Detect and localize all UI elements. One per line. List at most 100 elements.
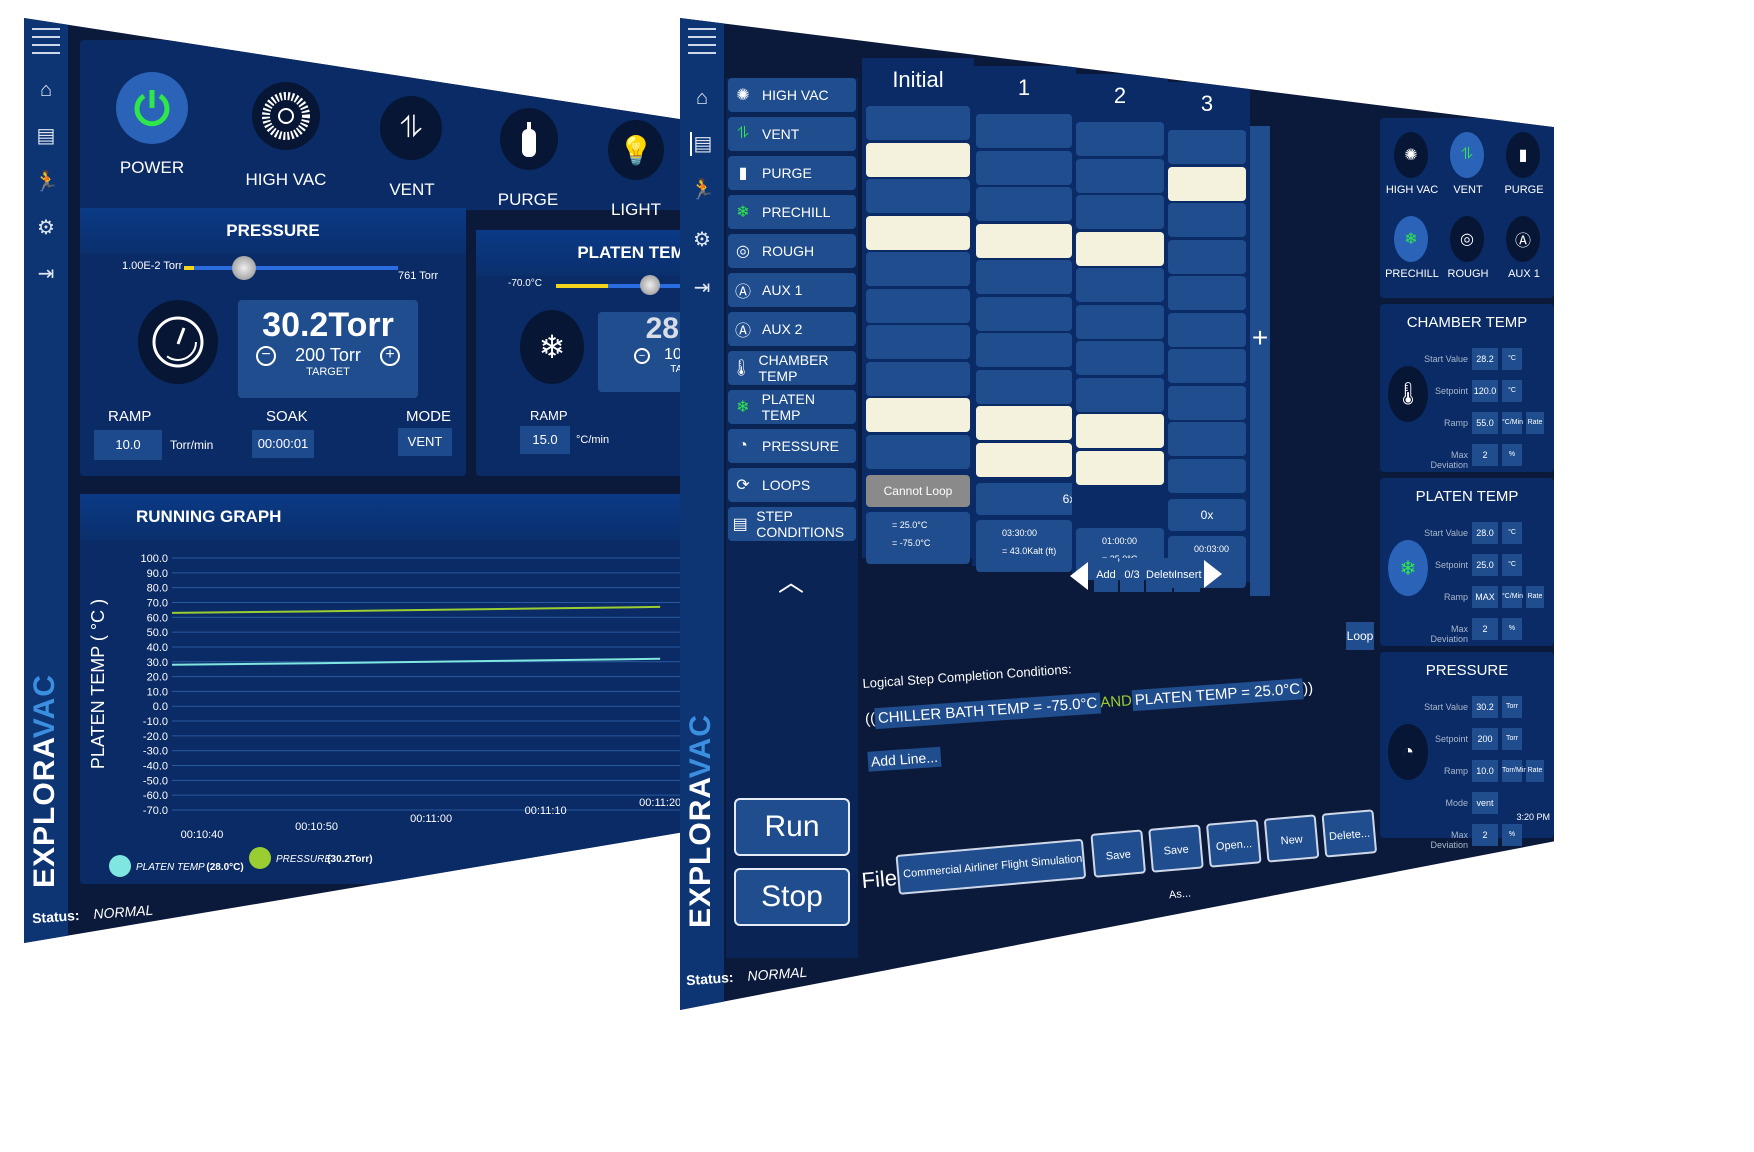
step-cell[interactable] — [866, 252, 970, 286]
step-cell[interactable] — [1076, 195, 1164, 229]
param-value[interactable]: 30.2 — [1472, 696, 1498, 718]
param-value[interactable]: 10.0 — [1472, 760, 1498, 782]
exit-door-icon[interactable]: ⇥ — [34, 262, 58, 286]
param-rate[interactable]: Rate — [1526, 586, 1544, 608]
platen-decrease-button[interactable]: − — [633, 348, 650, 364]
step-cell[interactable] — [1168, 166, 1246, 201]
scroll-up-chevron-icon[interactable]: ︿ — [778, 562, 804, 599]
step-cell[interactable] — [1076, 414, 1164, 448]
param-value[interactable]: 2 — [1472, 444, 1498, 466]
mini-toggle-vent[interactable]: ⥮ — [1450, 132, 1484, 178]
step-header[interactable]: 1 — [972, 66, 1076, 106]
purge-button[interactable] — [500, 108, 558, 170]
step-cell[interactable] — [1168, 349, 1246, 383]
ramp-input[interactable]: 10.0 — [94, 430, 162, 460]
condition-a[interactable]: CHILLER BATH TEMP = -75.0°C — [874, 692, 1102, 730]
step-header[interactable]: 2 — [1072, 74, 1168, 114]
row-aux-1[interactable]: Ⓐ AUX 1 — [728, 273, 856, 307]
step-condition-summary[interactable]: 03:30:00 = 43.0Kalt (ft) — [976, 519, 1072, 572]
step-cell[interactable] — [976, 187, 1072, 221]
param-value[interactable]: MAX — [1472, 586, 1498, 608]
step-cell[interactable] — [866, 179, 970, 213]
step-cell[interactable] — [1076, 304, 1164, 339]
exit-door-icon[interactable]: ⇥ — [690, 276, 714, 300]
step-cell[interactable] — [866, 361, 970, 396]
param-value[interactable]: 120.0 — [1472, 380, 1498, 402]
param-value[interactable]: vent — [1472, 792, 1498, 814]
insert-step-button[interactable]: Insert — [1174, 558, 1202, 592]
file-save-as-button[interactable]: Save As... — [1148, 824, 1204, 901]
file-new-button[interactable]: New — [1263, 814, 1320, 863]
row-rough[interactable]: ◎ ROUGH — [728, 234, 856, 268]
monitor-book-icon[interactable]: ▤ — [690, 132, 714, 156]
menu-icon[interactable] — [32, 28, 60, 60]
step-cell[interactable] — [866, 398, 970, 432]
file-name-input[interactable]: Commercial Airliner Flight Simulation.re… — [895, 838, 1087, 895]
row-step-conditions[interactable]: ▤ STEP CONDITIONS — [728, 507, 856, 541]
menu-icon[interactable] — [688, 28, 716, 60]
platen-ramp-input[interactable]: 15.0 — [520, 426, 570, 454]
mode-select[interactable]: VENT — [398, 428, 452, 456]
monitor-book-icon[interactable]: ▤ — [34, 124, 58, 148]
step-cell[interactable] — [866, 288, 970, 323]
gear-icon[interactable]: ⚙ — [34, 216, 58, 240]
mini-toggle-purge[interactable]: ▮ — [1506, 132, 1540, 178]
increase-target-button[interactable]: + — [380, 345, 400, 366]
step-cell[interactable] — [1076, 377, 1164, 412]
param-rate[interactable]: Rate — [1526, 760, 1544, 782]
step-cell[interactable] — [1168, 130, 1246, 164]
soak-input[interactable]: 00:00:01 — [252, 430, 314, 458]
step-condition-summary[interactable]: = 25.0°C = -75.0°C — [866, 511, 970, 564]
step-cell[interactable] — [1168, 458, 1246, 493]
step-cell[interactable] — [1076, 341, 1164, 375]
mini-toggle-high-vac[interactable]: ✺ — [1394, 132, 1428, 178]
row-platen-temp[interactable]: ❄ PLATEN TEMP — [728, 390, 856, 424]
vent-button[interactable]: ⥮ — [380, 96, 442, 160]
step-cell[interactable] — [1076, 158, 1164, 193]
step-cell[interactable] — [976, 442, 1072, 477]
step-cell[interactable] — [1168, 312, 1246, 347]
step-header[interactable]: 3 — [1164, 82, 1250, 122]
home-icon[interactable]: ⌂ — [690, 86, 714, 110]
high-vac-button[interactable] — [252, 82, 320, 150]
add-step-button[interactable]: + — [1250, 126, 1270, 596]
step-cell[interactable] — [1168, 385, 1246, 420]
step-cell[interactable] — [976, 333, 1072, 367]
step-cell[interactable] — [866, 142, 970, 177]
row-purge[interactable]: ▮ PURGE — [728, 156, 856, 190]
step-header[interactable]: Initial — [862, 58, 974, 98]
param-value[interactable]: 28.2 — [1472, 348, 1498, 370]
param-value[interactable]: 25.0 — [1472, 554, 1498, 576]
file-save-button[interactable]: Save — [1090, 829, 1147, 878]
power-button[interactable] — [116, 72, 188, 144]
mini-toggle-rough[interactable]: ◎ — [1450, 216, 1484, 262]
step-cell[interactable] — [1076, 268, 1164, 302]
row-loops[interactable]: ⟳ LOOPS — [728, 468, 856, 502]
decrease-target-button[interactable]: − — [256, 345, 276, 366]
add-step-ctrl-button[interactable]: Add — [1094, 558, 1118, 592]
light-button[interactable]: 💡 — [608, 120, 664, 180]
param-value[interactable]: 55.0 — [1472, 412, 1498, 434]
step-cell[interactable] — [1168, 422, 1246, 456]
running-person-icon[interactable]: 🏃 — [34, 170, 59, 194]
row-high-vac[interactable]: ✺ HIGH VAC — [728, 78, 856, 112]
file-open-button[interactable]: Open... — [1205, 819, 1262, 868]
delete-step-button[interactable]: Delete — [1146, 558, 1178, 592]
step-cell[interactable] — [976, 406, 1072, 440]
mini-toggle-aux-1[interactable]: Ⓐ — [1506, 216, 1540, 262]
pressure-slider-knob[interactable] — [231, 256, 256, 280]
param-value[interactable]: 28.0 — [1472, 522, 1498, 544]
param-value[interactable]: 2 — [1472, 618, 1498, 640]
step-cell[interactable] — [866, 325, 970, 359]
file-delete-button[interactable]: Delete... — [1321, 809, 1378, 858]
home-icon[interactable]: ⌂ — [34, 78, 58, 102]
row-pressure[interactable]: ◔ PRESSURE — [728, 429, 856, 463]
step-cell[interactable] — [976, 150, 1072, 185]
next-step-arrow-icon[interactable] — [1204, 560, 1222, 588]
step-cell[interactable] — [1168, 203, 1246, 237]
param-value[interactable]: 200 — [1472, 728, 1498, 750]
mini-toggle-prechill[interactable]: ❄ — [1394, 216, 1428, 262]
step-cell[interactable] — [1168, 239, 1246, 274]
step-cell[interactable] — [1076, 122, 1164, 156]
platen-slider-knob[interactable] — [640, 275, 660, 295]
